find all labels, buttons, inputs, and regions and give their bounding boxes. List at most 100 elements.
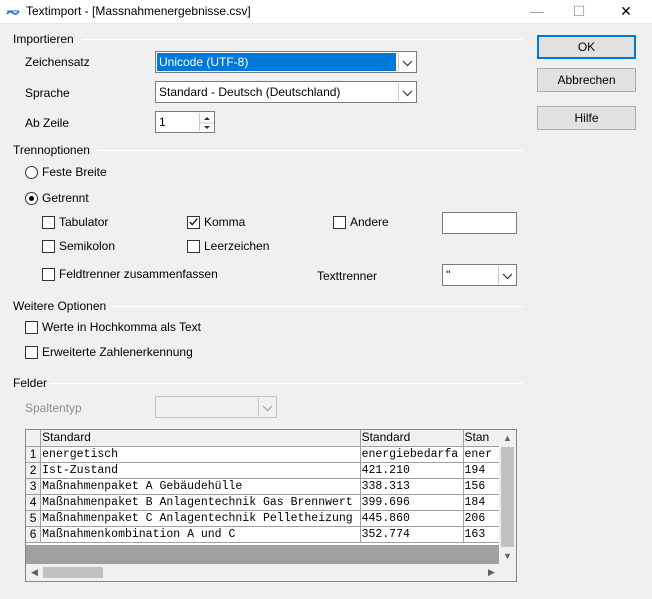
preview-cell: 445.860 <box>360 510 464 527</box>
preview-row: 2 Ist-Zustand 421.210 194 <box>26 462 500 479</box>
ok-button[interactable]: OK <box>537 35 636 59</box>
title-bar: Textimport - [Massnahmenergebnisse.csv] … <box>0 0 652 24</box>
preview-cell: 206 <box>463 510 500 527</box>
row-number: 5 <box>26 510 42 527</box>
charset-label: Zeichensatz <box>25 55 90 69</box>
charset-select[interactable]: Unicode (UTF-8) <box>155 51 417 73</box>
preview-row: 6 Maßnahmenkombination A und C 352.774 1… <box>26 526 500 543</box>
chevron-down-icon[interactable] <box>498 266 515 284</box>
chevron-down-icon[interactable] <box>398 83 415 101</box>
separated-radio[interactable] <box>25 192 38 205</box>
preview-cell: ener <box>463 446 500 463</box>
merge-delimiters-checkbox[interactable] <box>42 268 55 281</box>
preview-cell: Maßnahmenkombination A und C <box>40 526 361 543</box>
tab-label: Tabulator <box>59 215 109 229</box>
scroll-up-icon[interactable]: ▲ <box>499 430 516 447</box>
semicolon-checkbox[interactable] <box>42 240 55 253</box>
space-checkbox[interactable] <box>187 240 200 253</box>
preview-header-row: Standard Standard Stan <box>26 430 500 447</box>
preview-cell: 163 <box>463 526 500 543</box>
column-type-select[interactable] <box>155 396 277 418</box>
preview-cell: Ist-Zustand <box>40 462 361 479</box>
separated-label: Getrennt <box>42 191 89 205</box>
preview-row: 4 Maßnahmenpaket B Anlagentechnik Gas Br… <box>26 494 500 511</box>
separator-options-separator <box>98 150 523 151</box>
window-title: Textimport - [Massnahmenergebnisse.csv] <box>26 4 251 18</box>
radio-selected-dot <box>29 196 34 201</box>
text-delimiter-label: Texttrenner <box>317 269 378 283</box>
comma-label: Komma <box>204 215 246 229</box>
fields-section-label: Felder <box>13 376 48 390</box>
preview-column-header[interactable]: Stan <box>463 430 500 447</box>
help-button[interactable]: Hilfe <box>537 106 636 130</box>
import-section-label: Importieren <box>13 32 74 46</box>
fixed-width-radio[interactable] <box>25 166 38 179</box>
row-number: 3 <box>26 478 42 495</box>
minimize-button[interactable]: — <box>514 0 560 24</box>
preview-row: 1 energetisch energiebedarfa ener <box>26 446 500 463</box>
charset-value: Unicode (UTF-8) <box>159 55 249 69</box>
language-label: Sprache <box>25 86 70 100</box>
quoted-as-text-checkbox[interactable] <box>25 321 38 334</box>
preview-grid[interactable]: Standard Standard Stan 1 energetisch ene… <box>25 429 517 582</box>
preview-cell: 338.313 <box>360 478 464 495</box>
merge-delimiters-label: Feldtrenner zusammenfassen <box>59 267 218 281</box>
separator-section-label: Trennoptionen <box>13 143 90 157</box>
spinner-arrows-icon[interactable] <box>200 113 214 133</box>
preview-cell: 194 <box>463 462 500 479</box>
detect-special-numbers-checkbox[interactable] <box>25 346 38 359</box>
horizontal-scroll-thumb[interactable] <box>43 567 103 578</box>
cancel-button[interactable]: Abbrechen <box>537 68 636 92</box>
scroll-right-icon[interactable]: ▶ <box>483 564 500 581</box>
preview-column-header[interactable]: Standard <box>360 430 464 447</box>
row-number: 6 <box>26 526 42 543</box>
preview-table-area: Standard Standard Stan 1 energetisch ene… <box>26 430 500 565</box>
other-label: Andere <box>350 215 389 229</box>
other-options-section-label: Weitere Optionen <box>13 299 107 313</box>
row-number: 2 <box>26 462 42 479</box>
language-select[interactable]: Standard - Deutsch (Deutschland) <box>155 81 417 103</box>
preview-corner-cell <box>26 430 42 447</box>
from-row-spinner[interactable]: 1 <box>155 111 215 133</box>
tab-checkbox[interactable] <box>42 216 55 229</box>
scrollbar-corner <box>499 564 516 581</box>
preview-cell: 156 <box>463 478 500 495</box>
preview-column-header[interactable]: Standard <box>40 430 361 447</box>
preview-cell: 184 <box>463 494 500 511</box>
preview-cell: energiebedarfa <box>360 446 464 463</box>
horizontal-scrollbar[interactable]: ◀ ▶ <box>26 564 500 581</box>
space-label: Leerzeichen <box>204 239 270 253</box>
detect-special-numbers-label: Erweiterte Zahlenerkennung <box>42 345 193 359</box>
scroll-left-icon[interactable]: ◀ <box>26 564 43 581</box>
preview-cell: 352.774 <box>360 526 464 543</box>
close-button[interactable]: ✕ <box>603 0 649 24</box>
text-delimiter-select[interactable]: " <box>442 264 517 286</box>
preview-table: Standard Standard Stan 1 energetisch ene… <box>26 430 500 543</box>
other-separator-input[interactable] <box>442 212 517 234</box>
preview-cell: Maßnahmenpaket A Gebäudehülle <box>40 478 361 495</box>
vertical-scrollbar[interactable]: ▲ ▼ <box>499 430 516 565</box>
preview-cell: energetisch <box>40 446 361 463</box>
spinner-buttons[interactable] <box>199 113 214 133</box>
preview-cell: 421.210 <box>360 462 464 479</box>
vertical-scroll-thumb[interactable] <box>501 447 514 547</box>
comma-checkbox[interactable] <box>187 216 200 229</box>
fields-separator <box>50 383 523 384</box>
preview-cell: 399.696 <box>360 494 464 511</box>
chevron-down-icon[interactable] <box>398 53 415 71</box>
preview-row: 5 Maßnahmenpaket C Anlagentechnik Pellet… <box>26 510 500 527</box>
import-separator <box>82 39 523 40</box>
fixed-width-label: Feste Breite <box>42 165 107 179</box>
chevron-down-icon[interactable] <box>258 398 275 416</box>
quoted-as-text-label: Werte in Hochkomma als Text <box>42 320 201 334</box>
semicolon-label: Semikolon <box>59 239 116 253</box>
other-checkbox[interactable] <box>333 216 346 229</box>
maximize-button[interactable]: ☐ <box>556 0 602 24</box>
row-number: 4 <box>26 494 42 511</box>
preview-cell: Maßnahmenpaket C Anlagentechnik Pellethe… <box>40 510 361 527</box>
from-row-value: 1 <box>159 115 166 129</box>
preview-cell: Maßnahmenpaket B Anlagentechnik Gas Bren… <box>40 494 361 511</box>
preview-empty-area <box>26 545 500 565</box>
checkmark-icon <box>189 218 198 226</box>
scroll-down-icon[interactable]: ▼ <box>499 548 516 565</box>
